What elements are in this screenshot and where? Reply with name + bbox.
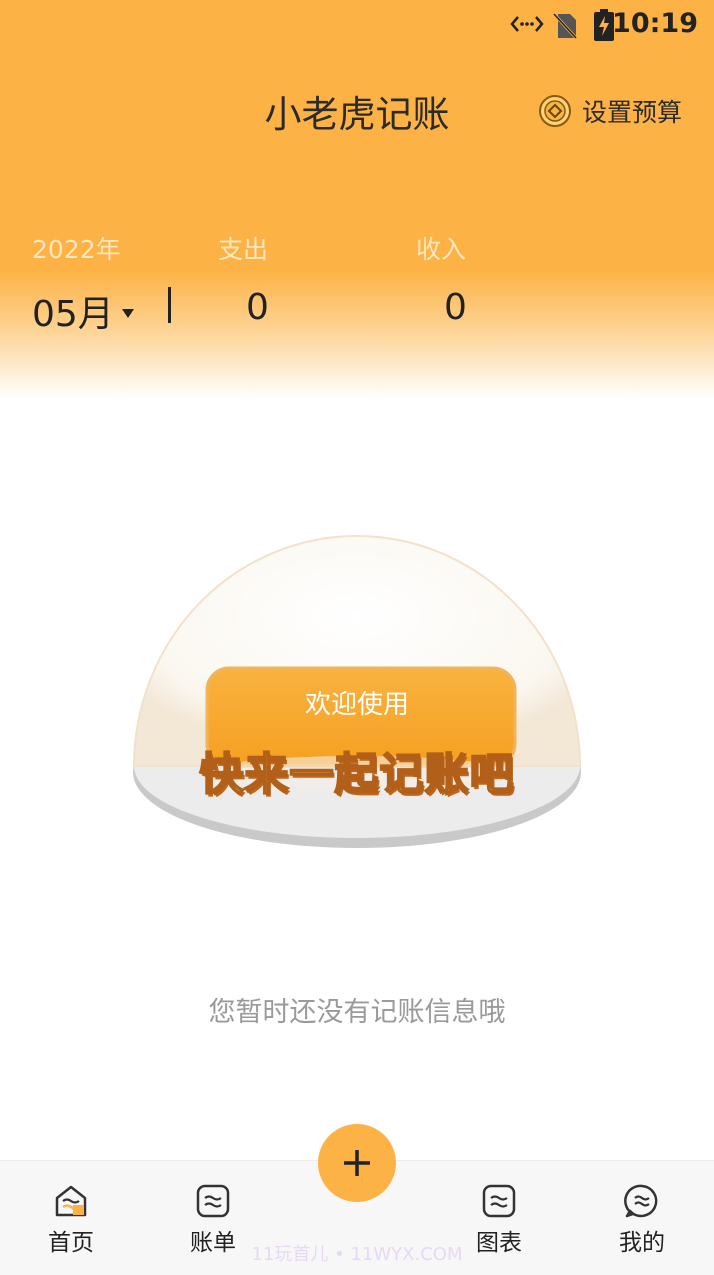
welcome-big-text: 快来一起记账吧 bbox=[199, 748, 515, 801]
chart-icon bbox=[482, 1184, 516, 1218]
dropdown-caret-icon bbox=[121, 308, 134, 318]
plus-icon bbox=[344, 1150, 370, 1176]
bill-icon bbox=[196, 1184, 230, 1218]
year-label: 2022年 bbox=[32, 235, 121, 264]
income-value: 0 bbox=[444, 287, 467, 328]
month-selector[interactable]: 05月 bbox=[32, 285, 134, 337]
expense-value: 0 bbox=[246, 287, 269, 328]
add-record-button[interactable] bbox=[318, 1124, 396, 1202]
income-label: 收入 bbox=[416, 235, 467, 264]
set-budget-label: 设置预算 bbox=[581, 98, 682, 127]
status-bar: 10:19 bbox=[0, 0, 714, 50]
status-time: 10:19 bbox=[612, 8, 698, 39]
no-sim-icon bbox=[552, 12, 578, 40]
month-value: 05月 bbox=[32, 294, 114, 335]
coin-icon bbox=[538, 95, 571, 127]
profile-icon bbox=[624, 1184, 658, 1218]
welcome-small-text: 欢迎使用 bbox=[304, 690, 409, 720]
home-icon bbox=[55, 1185, 87, 1217]
set-budget-button[interactable]: 设置预算 bbox=[538, 94, 682, 128]
watermark: 11玩首儿 • 11WYX.COM bbox=[251, 1244, 463, 1265]
code-brackets-icon bbox=[510, 16, 544, 32]
empty-state-message: 您暂时还没有记账信息哦 bbox=[208, 997, 506, 1028]
expense-label: 支出 bbox=[218, 235, 269, 264]
divider bbox=[168, 287, 171, 323]
header-background bbox=[0, 0, 714, 400]
